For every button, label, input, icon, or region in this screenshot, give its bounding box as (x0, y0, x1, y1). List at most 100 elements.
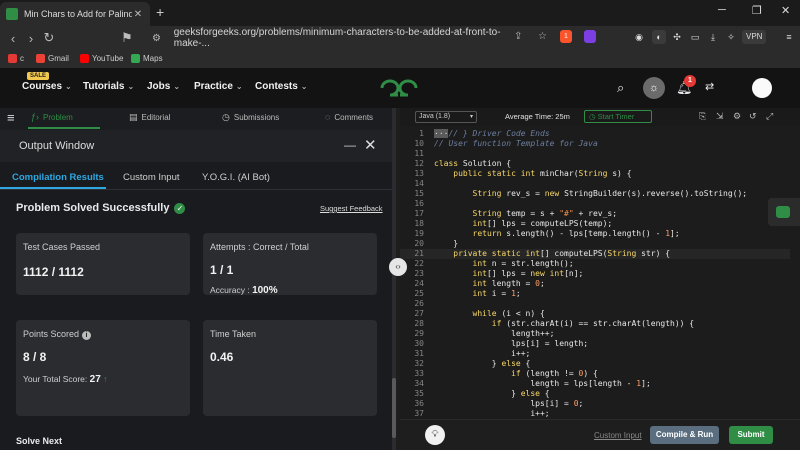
code-line[interactable]: 25 int i = 1; (400, 289, 790, 299)
average-time: Average Time: 25m (505, 112, 570, 121)
code-line[interactable]: 28 if (str.charAt(i) == str.charAt(lengt… (400, 319, 790, 329)
tab-yogi-bot[interactable]: Y.O.G.I. (AI Bot) (202, 172, 270, 183)
share-icon[interactable]: ⇪ (514, 31, 522, 42)
menu-contests[interactable]: Contests ⌄ (255, 81, 308, 92)
bookmark-item[interactable]: c (8, 54, 24, 63)
code-line[interactable]: 23 int[] lps = new int[n]; (400, 269, 790, 279)
vpn-button[interactable]: VPN (742, 30, 767, 44)
reload-icon[interactable]: ↻ (40, 30, 58, 46)
tab-comments[interactable]: ◌ Comments (325, 112, 373, 122)
pane-resize-handle-icon[interactable]: ‹› (389, 258, 407, 276)
code-line[interactable]: 18 int[] lps = computeLPS(temp); (400, 219, 790, 229)
theme-toggle-icon[interactable]: ☼ (643, 77, 665, 99)
code-line[interactable]: 32 } else { (400, 359, 790, 369)
extension-icon[interactable]: ◐ (652, 30, 666, 44)
menu-jobs[interactable]: Jobs ⌄ (147, 81, 180, 92)
menu-tutorials[interactable]: Tutorials ⌄ (83, 81, 134, 92)
bookmark-icon[interactable]: ⚑ (118, 30, 136, 46)
extensions-puzzle-icon[interactable]: ✣ (670, 30, 684, 44)
lightbulb-icon[interactable]: 💡︎ (425, 425, 445, 445)
code-line[interactable]: 30 lps[i] = length; (400, 339, 790, 349)
close-window-button[interactable]: ✕ (781, 4, 790, 17)
code-line[interactable]: 24 int length = 0; (400, 279, 790, 289)
maximize-window-button[interactable]: ❐ (752, 4, 762, 17)
sidebar-icon[interactable]: ▭ (688, 30, 702, 44)
site-info-icon[interactable]: ⚙ (152, 33, 166, 44)
suggest-feedback-link[interactable]: Suggest Feedback (320, 204, 383, 213)
code-line[interactable]: 34 length = lps[length - 1]; (400, 379, 790, 389)
close-icon[interactable]: ✕ (364, 136, 377, 154)
code-line[interactable]: 15 String rev_s = new StringBuilder(s).r… (400, 189, 790, 199)
save-icon[interactable]: ⇲ (716, 111, 724, 122)
new-tab-button[interactable]: + (156, 4, 164, 20)
attempts-card: Attempts : Correct / Total 1 / 1 Accurac… (203, 233, 377, 296)
compile-run-button[interactable]: Compile & Run (650, 426, 719, 444)
translate-icon[interactable]: ⇄ (705, 80, 714, 93)
address-bar[interactable]: ⚙ geeksforgeeks.org/problems/minimum-cha… (152, 27, 530, 49)
bookmark-gmail[interactable]: Gmail (36, 54, 69, 63)
tab-custom-input[interactable]: Custom Input (123, 172, 180, 183)
left-scrollbar[interactable] (392, 108, 396, 450)
chevron-down-icon: ⌄ (65, 82, 72, 91)
settings-icon[interactable]: ⚙ (733, 111, 741, 122)
code-line[interactable]: 19 return s.length() - lps[temp.length()… (400, 229, 790, 239)
browser-tab[interactable]: Min Chars to Add for Palindrome ✕ (0, 2, 150, 26)
code-line[interactable]: 13 public static int minChar(String s) { (400, 169, 790, 179)
code-line[interactable]: 33 if (length != 0) { (400, 369, 790, 379)
copy-icon[interactable]: ⎘ (699, 111, 706, 122)
code-line[interactable]: 27 while (i < n) { (400, 309, 790, 319)
minimize-window-button[interactable]: ─ (718, 4, 726, 16)
code-line[interactable]: 14 (400, 179, 790, 189)
info-icon[interactable]: i (82, 331, 92, 340)
submit-button[interactable]: Submit (729, 426, 773, 444)
tab-problem[interactable]: ƒ› Problem (31, 112, 73, 122)
download-icon[interactable]: ⤓ (706, 30, 720, 44)
code-line[interactable]: 20 } (400, 239, 790, 249)
forward-arrow-icon[interactable]: › (22, 31, 40, 46)
code-line[interactable]: 10 // User function Template for Java (400, 139, 790, 149)
code-line[interactable]: 22 int n = str.length(); (400, 259, 790, 269)
code-text: String rev_s = new StringBuilder(s).reve… (472, 189, 748, 198)
code-line[interactable]: 21 private static int[] computeLPS(Strin… (400, 249, 790, 259)
gfg-logo-icon[interactable] (380, 78, 418, 98)
fullscreen-icon[interactable]: ⤢ (766, 111, 773, 122)
back-arrow-icon[interactable]: ‹ (4, 31, 22, 46)
menu-courses[interactable]: Courses ⌄ (22, 81, 72, 92)
custom-input-link[interactable]: Custom Input (594, 431, 642, 440)
code-line[interactable]: 11 (400, 149, 790, 159)
bookmark-youtube[interactable]: YouTube (80, 54, 123, 63)
code-line[interactable]: 1 ···// } Driver Code Ends (400, 129, 790, 139)
start-timer-button[interactable]: ◷ Start Timer (584, 110, 652, 123)
menu-practice[interactable]: Practice ⌄ (194, 81, 243, 92)
tab-submissions[interactable]: ◷ Submissions (222, 112, 279, 123)
language-select[interactable]: Java (1.8) ▾ (415, 111, 477, 123)
menu-icon[interactable]: ≡ (782, 30, 796, 44)
tab-close-icon[interactable]: ✕ (132, 9, 144, 20)
code-line[interactable]: 35 } else { (400, 389, 790, 399)
reset-icon[interactable]: ↺ (749, 111, 757, 122)
total-score-line: Your Total Score: 27 ↑ (23, 374, 108, 385)
brave-rewards-icon[interactable] (584, 30, 596, 43)
avatar[interactable] (752, 78, 772, 98)
bookmark-maps[interactable]: Maps (131, 54, 163, 63)
scrollbar-thumb[interactable] (392, 378, 396, 438)
code-line[interactable]: 26 (400, 299, 790, 309)
code-line[interactable]: 12 class Solution { (400, 159, 790, 169)
hamburger-menu-icon[interactable]: ≡ (7, 110, 15, 125)
code-line[interactable]: 31 i++; (400, 349, 790, 359)
code-editor[interactable]: 1 ···// } Driver Code Ends 10 // User funct… (400, 129, 800, 427)
tab-compilation-results[interactable]: Compilation Results (12, 172, 104, 183)
code-line[interactable]: 29 length++; (400, 329, 790, 339)
minimize-icon[interactable]: — (344, 138, 356, 152)
brave-shield-icon[interactable]: 1 (560, 30, 572, 43)
extension-icon[interactable]: ◉ (632, 30, 646, 44)
code-line[interactable]: 16 (400, 199, 790, 209)
code-line[interactable]: 37 i++; (400, 409, 790, 419)
search-icon[interactable]: ⌕ (617, 80, 624, 96)
feedback-widget[interactable] (768, 198, 800, 226)
code-line[interactable]: 17 String temp = s + "#" + rev_s; (400, 209, 790, 219)
ai-icon[interactable]: ✧ (724, 30, 738, 44)
star-icon[interactable]: ☆ (538, 31, 547, 42)
tab-editorial[interactable]: ▤ Editorial (129, 112, 170, 123)
code-line[interactable]: 36 lps[i] = 0; (400, 399, 790, 409)
